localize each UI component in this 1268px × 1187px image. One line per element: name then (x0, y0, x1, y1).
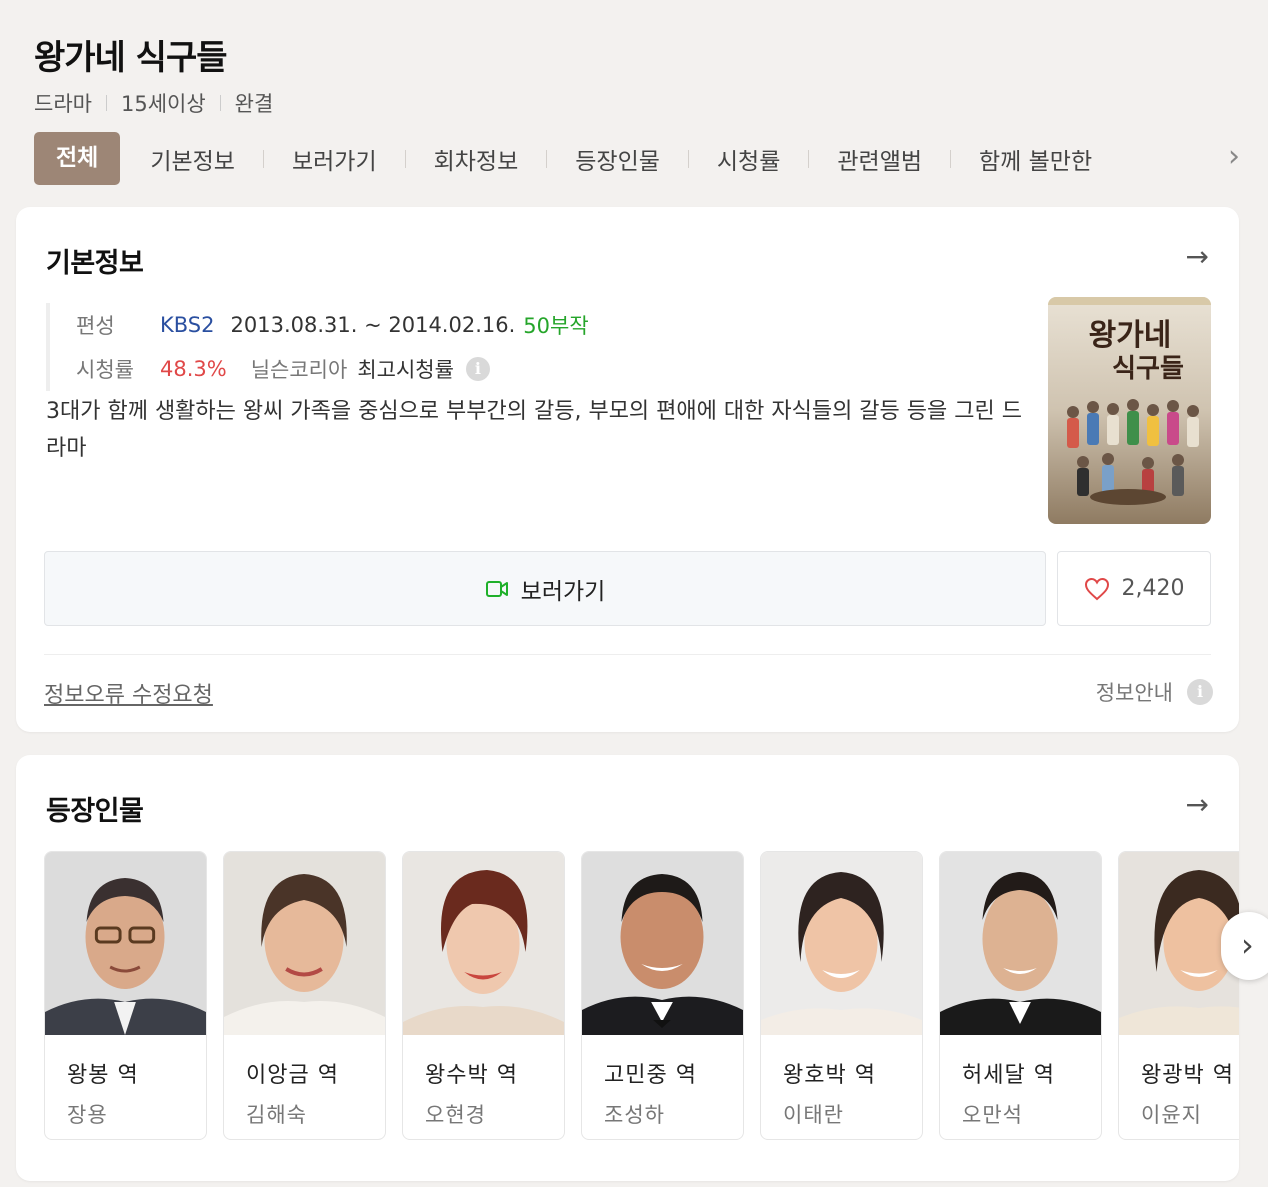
actor-photo (761, 852, 922, 1035)
actor-name: 조성하 (604, 1103, 665, 1127)
actor-name: 장용 (67, 1103, 108, 1127)
tab-episodes[interactable]: 회차정보 (406, 142, 547, 176)
tab-all[interactable]: 전체 (34, 132, 121, 185)
actor-photo (403, 852, 564, 1035)
info-guide[interactable]: 정보안내 i (1096, 677, 1213, 707)
svg-text:왕가네: 왕가네 (1089, 318, 1172, 353)
poster-art: 왕가네 식구들 (1048, 297, 1211, 524)
like-button[interactable]: 2,420 (1057, 551, 1211, 626)
rating-row: 시청률 48.3% 닐슨코리아 최고시청률 i (76, 347, 589, 391)
rating-label: 시청률 (76, 358, 134, 382)
episode-count: 50부작 (523, 314, 589, 338)
role-name: 허세달 역 (962, 1063, 1055, 1088)
air-period: 2013.08.31. ~ 2014.02.16. (230, 313, 516, 337)
video-icon (485, 580, 508, 597)
channel-link[interactable]: KBS2 (160, 313, 215, 337)
watch-label: 보러가기 (520, 578, 606, 605)
cast-item[interactable]: 왕수박 역 오현경 (402, 851, 565, 1140)
cast-item[interactable]: 고민중 역 조성하 (581, 851, 744, 1140)
broadcast-label: 편성 (76, 314, 115, 338)
divider (44, 654, 1211, 655)
actor-photo (224, 852, 385, 1035)
cast-list: 왕봉 역 장용 이앙금 역 김해숙 왕수박 역 오현경 고민중 역 조성하 왕호… (44, 851, 1239, 1140)
cast-item[interactable]: 허세달 역 오만석 (939, 851, 1102, 1140)
cast-card-section: 등장인물 → 왕봉 역 장용 이앙금 역 김해숙 왕수박 역 오현경 고민중 역… (16, 755, 1239, 1181)
cast-item[interactable]: 왕호박 역 이태란 (760, 851, 923, 1140)
role-name: 왕광박 역 (1141, 1063, 1234, 1088)
tab-cast[interactable]: 등장인물 (547, 142, 688, 176)
page-title: 왕가네 식구들 (34, 38, 228, 78)
heart-icon (1084, 577, 1109, 600)
tab-recommended[interactable]: 함께 볼만한 (951, 142, 1120, 176)
actor-name: 오현경 (425, 1103, 486, 1127)
poster-image[interactable]: 왕가네 식구들 (1048, 297, 1211, 524)
rating-type: 최고시청률 (357, 358, 454, 382)
actor-name: 김해숙 (246, 1103, 307, 1127)
status: 완결 (234, 92, 274, 116)
rating-source: 닐슨코리아 (250, 358, 348, 382)
actor-photo (582, 852, 743, 1035)
actor-name: 이태란 (783, 1103, 844, 1127)
tab-bar: 전체 기본정보 보러가기 회차정보 등장인물 시청률 관련앨범 함께 볼만한 (34, 132, 1254, 185)
svg-text:식구들: 식구들 (1112, 354, 1184, 384)
section-title: 기본정보 (46, 248, 144, 279)
divider (105, 95, 107, 111)
broadcast-row: 편성 KBS2 2013.08.31. ~ 2014.02.16. 50부작 (76, 303, 589, 347)
like-count: 2,420 (1121, 576, 1185, 601)
tab-basic-info[interactable]: 기본정보 (122, 142, 263, 176)
tab-watch[interactable]: 보러가기 (264, 142, 405, 176)
rating-value: 48.3% (160, 357, 227, 381)
role-name: 고민중 역 (604, 1063, 697, 1088)
cast-item[interactable]: 왕광박 역 이윤지 (1118, 851, 1239, 1140)
actor-photo (940, 852, 1101, 1035)
basic-info-card: 기본정보 → 편성 KBS2 2013.08.31. ~ 2014.02.16.… (16, 207, 1239, 732)
genre: 드라마 (34, 92, 92, 116)
info-icon[interactable]: i (465, 357, 490, 381)
chevron-right-icon[interactable]: › (1228, 142, 1240, 172)
info-table: 편성 KBS2 2013.08.31. ~ 2014.02.16. 50부작 시… (46, 303, 589, 391)
divider (219, 95, 221, 111)
role-name: 왕호박 역 (783, 1063, 876, 1088)
role-name: 왕봉 역 (67, 1063, 139, 1088)
meta-line: 드라마 15세이상 완결 (34, 88, 273, 118)
cast-item[interactable]: 왕봉 역 장용 (44, 851, 207, 1140)
description: 3대가 함께 생활하는 왕씨 가족을 중심으로 부부간의 갈등, 부모의 편애에… (46, 399, 1022, 461)
report-error-link[interactable]: 정보오류 수정요청 (44, 677, 213, 709)
info-guide-label: 정보안내 (1095, 681, 1173, 705)
chevron-right-icon[interactable]: › (1221, 912, 1268, 980)
age-rating: 15세이상 (120, 92, 206, 116)
section-title: 등장인물 (46, 796, 144, 827)
tab-ratings[interactable]: 시청률 (689, 142, 808, 176)
role-name: 왕수박 역 (425, 1063, 518, 1088)
role-name: 이앙금 역 (246, 1063, 339, 1088)
cast-item[interactable]: 이앙금 역 김해숙 (223, 851, 386, 1140)
tab-albums[interactable]: 관련앨범 (809, 142, 950, 176)
actor-photo (45, 852, 206, 1035)
info-icon: i (1187, 679, 1213, 705)
actor-name: 오만석 (962, 1103, 1023, 1127)
actor-name: 이윤지 (1141, 1103, 1202, 1127)
arrow-right-icon[interactable]: → (1186, 791, 1209, 819)
arrow-right-icon[interactable]: → (1186, 243, 1209, 271)
watch-button[interactable]: 보러가기 (44, 551, 1046, 626)
